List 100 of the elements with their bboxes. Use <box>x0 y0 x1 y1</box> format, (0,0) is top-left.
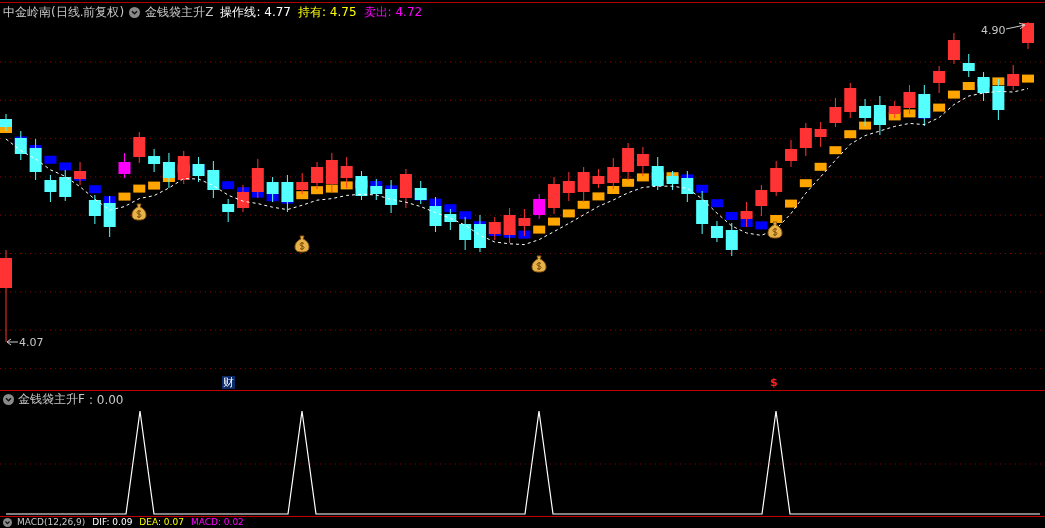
arrow-icon <box>1005 22 1026 30</box>
candlestick <box>607 157 620 190</box>
candlestick <box>88 194 101 225</box>
collapse-icon[interactable] <box>3 517 12 527</box>
average-block <box>622 178 635 187</box>
candlestick <box>281 174 294 213</box>
average-block <box>118 192 131 201</box>
candlestick <box>947 32 960 65</box>
indicator-name: 金钱袋主升F <box>18 391 85 408</box>
candlestick <box>785 139 797 168</box>
low-price-label: 4.07 <box>19 336 44 349</box>
candlestick <box>933 65 946 94</box>
average-block <box>607 186 620 194</box>
candlestick <box>296 172 309 195</box>
candlestick <box>177 150 190 185</box>
average-block <box>725 212 738 220</box>
candlestick <box>355 170 368 201</box>
indicator-reading: 操作线: 4.77 <box>220 4 291 21</box>
indicator-reading: 卖出: 4.72 <box>363 4 423 21</box>
collapse-icon[interactable] <box>3 394 14 405</box>
arrow-icon <box>6 338 19 346</box>
candlestick <box>829 97 842 128</box>
average-block <box>696 184 709 193</box>
finance-marker[interactable]: 财 <box>222 376 235 389</box>
average-block <box>799 179 812 188</box>
money-bag-icon <box>531 255 547 273</box>
average-block <box>562 209 575 218</box>
average-block <box>903 109 916 118</box>
candlestick <box>918 84 931 127</box>
average-block <box>844 130 857 139</box>
candlestick <box>651 156 664 191</box>
indicator-reading: MACD: 0.02 <box>190 517 244 527</box>
average-block <box>829 146 842 155</box>
candlestick <box>429 196 442 233</box>
candlestick <box>770 160 783 197</box>
candlestick <box>844 82 857 119</box>
average-block <box>710 199 723 208</box>
candlestick <box>133 131 146 164</box>
dollar-marker[interactable]: $ <box>769 376 779 389</box>
candlestick <box>1007 64 1020 91</box>
indicator-reading: 持有: 4.75 <box>298 4 357 21</box>
average-block <box>548 217 561 226</box>
candlestick <box>503 207 516 244</box>
candlestick <box>473 214 486 253</box>
average-block <box>444 204 457 213</box>
indicator-reading: DEA: 0.07 <box>139 517 184 527</box>
candlestick <box>977 71 990 102</box>
candlestick <box>681 170 694 203</box>
candlestick <box>14 130 27 161</box>
average-block <box>755 221 768 230</box>
candlestick <box>399 168 412 209</box>
average-block <box>148 181 161 190</box>
candlestick <box>103 195 116 238</box>
candlestick <box>340 156 353 189</box>
candlestick <box>222 198 235 223</box>
average-block <box>533 225 546 234</box>
indicator-name: 金钱袋主升Z <box>145 4 214 21</box>
indicator-reading: DIF: 0.09 <box>92 517 133 527</box>
candlestick <box>266 176 279 203</box>
average-block <box>325 184 338 193</box>
candlestick <box>370 178 383 201</box>
candlestick <box>814 121 827 148</box>
average-block <box>1022 74 1034 83</box>
candlestick <box>192 156 205 183</box>
candlestick <box>488 216 501 241</box>
average-block <box>577 200 590 209</box>
candlestick <box>444 208 457 231</box>
average-block <box>947 90 960 99</box>
candlestick <box>666 170 679 191</box>
candlestick <box>622 142 635 181</box>
collapse-icon[interactable] <box>129 7 141 18</box>
candlestick <box>207 160 220 199</box>
candlestick <box>992 78 1005 121</box>
high-price-label: 4.90 <box>981 24 1006 37</box>
candlestick <box>74 161 87 186</box>
candlestick <box>903 84 916 115</box>
candlestick <box>533 193 546 220</box>
candlestick <box>962 53 975 78</box>
average-block <box>340 181 353 190</box>
candlestick <box>548 176 561 215</box>
candlestick <box>385 179 398 214</box>
candlestick <box>44 174 57 203</box>
candlestick <box>755 184 768 217</box>
average-block <box>133 184 146 193</box>
average-block <box>59 162 72 171</box>
candlestick <box>414 180 427 205</box>
candlestick <box>325 152 338 193</box>
average-block <box>962 82 975 90</box>
average-block <box>740 219 753 227</box>
candlestick <box>592 168 605 189</box>
average-block <box>518 230 531 239</box>
candlestick <box>636 146 649 177</box>
candlestick <box>0 113 12 132</box>
average-block <box>44 155 57 164</box>
candlestick <box>873 95 886 136</box>
candlestick <box>29 138 42 181</box>
average-block <box>859 121 872 130</box>
candlestick <box>859 98 872 127</box>
chart-title: 中金岭南(日线.前复权) <box>3 4 125 21</box>
average-block <box>592 192 605 201</box>
